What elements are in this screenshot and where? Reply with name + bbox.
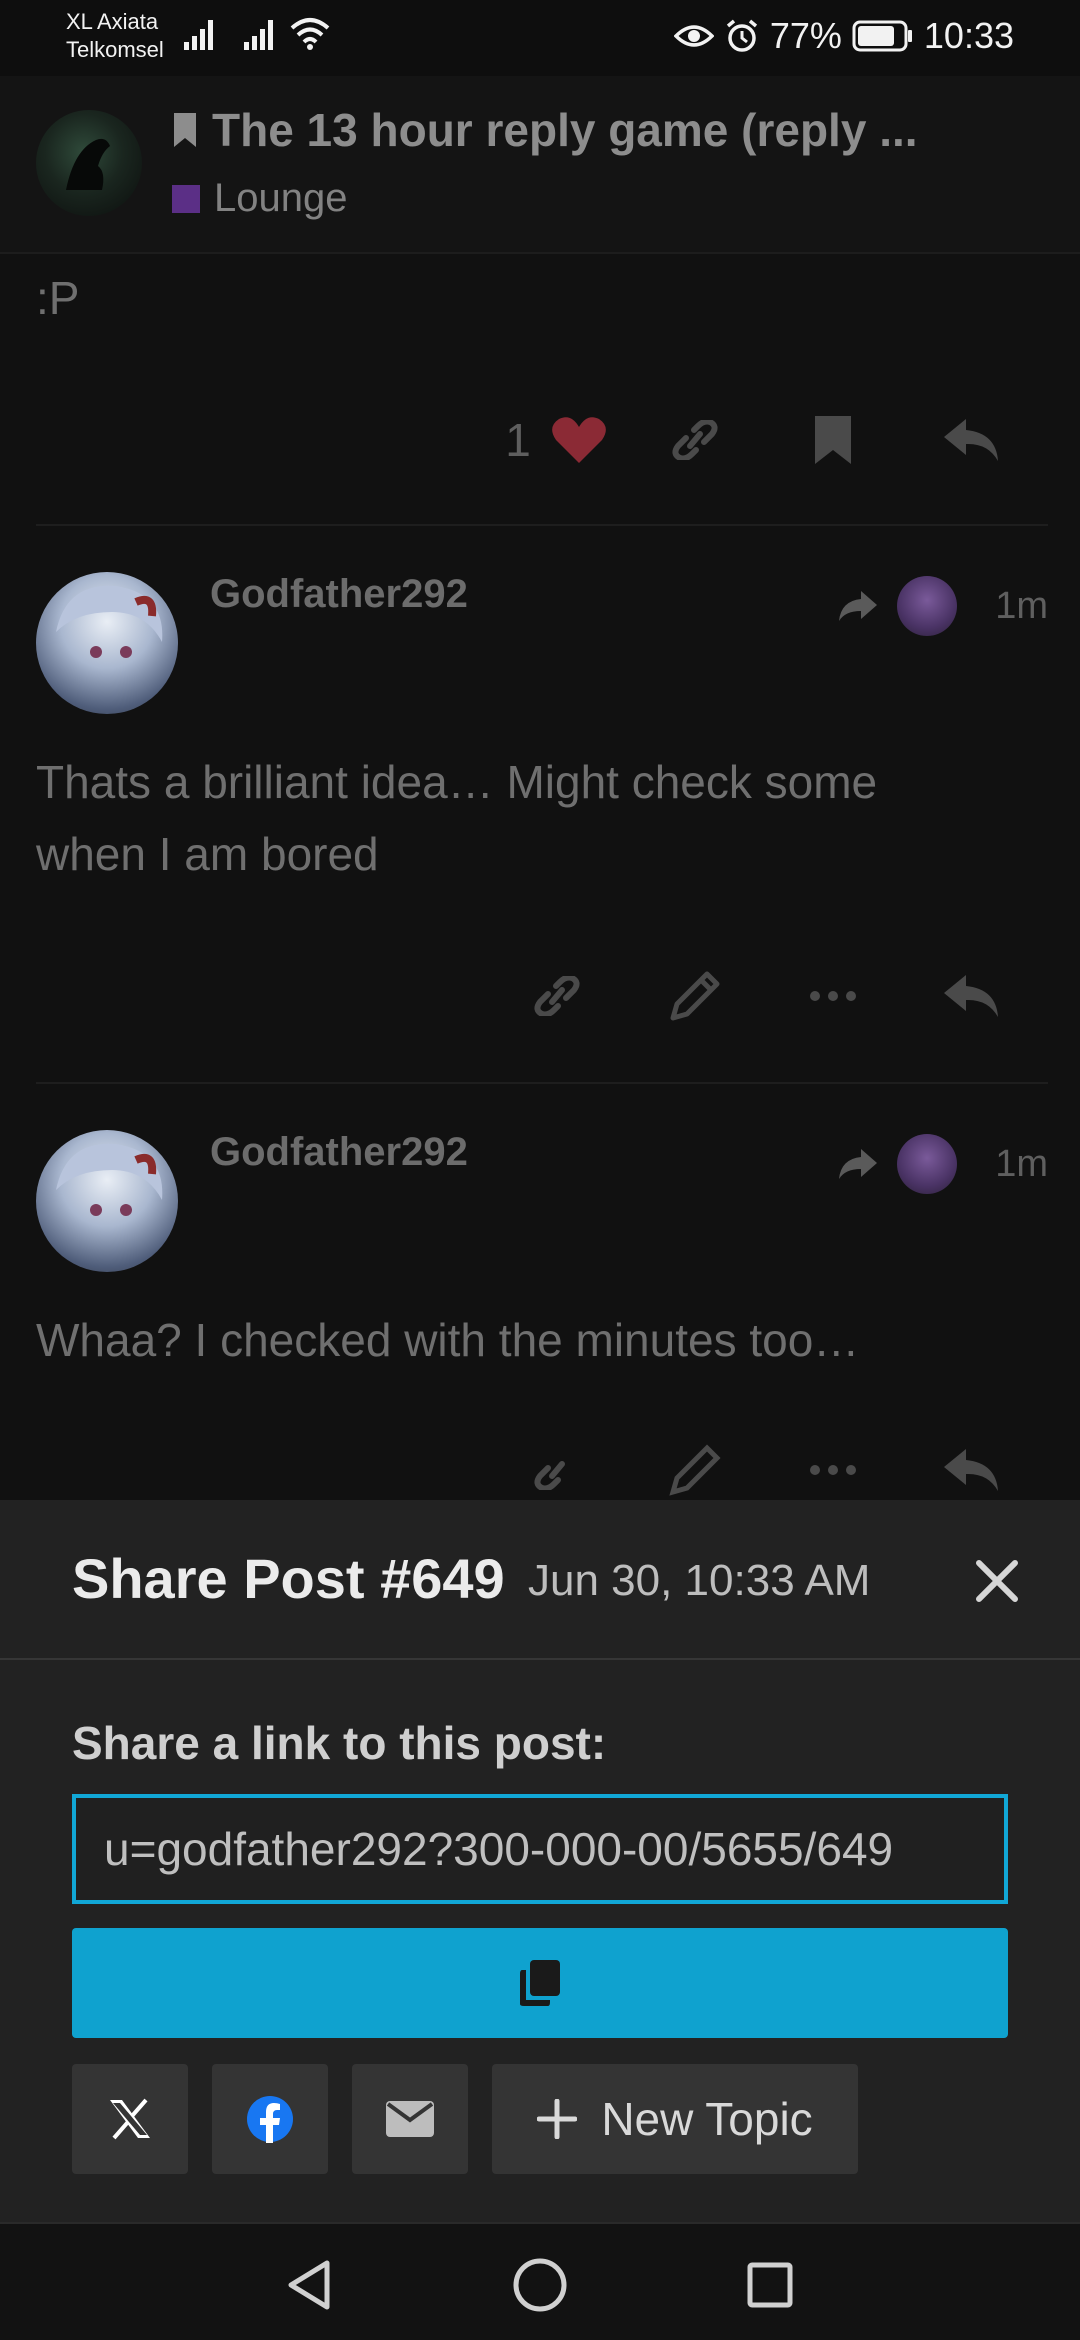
facebook-icon (247, 2096, 293, 2143)
post-meta: 1m (837, 1134, 1048, 1194)
link-icon (534, 976, 580, 1016)
more-button[interactable] (764, 956, 902, 1036)
link-icon (534, 1461, 565, 1490)
post-author[interactable]: Godfather292 (210, 1130, 468, 1175)
topic-category[interactable]: Lounge (172, 176, 347, 221)
post-actions: 1 (486, 400, 1040, 480)
recents-square-icon (747, 2262, 793, 2308)
battery-icon (852, 20, 912, 52)
status-right: 77% 10:33 (673, 14, 1014, 58)
signal-icon-2 (244, 20, 273, 50)
share-link-input[interactable] (72, 1794, 1008, 1904)
share-facebook-button[interactable] (212, 2064, 328, 2174)
bookmark-icon (174, 113, 196, 147)
envelope-icon (386, 2101, 434, 2137)
topic-title: The 13 hour reply game (reply ... (212, 104, 918, 156)
more-button[interactable] (764, 1440, 902, 1500)
reply-icon (944, 975, 998, 1017)
post-time[interactable]: 1m (995, 585, 1048, 628)
wifi-icon (290, 18, 330, 50)
reply-to-icon (839, 1149, 878, 1179)
post-author[interactable]: Godfather292 (210, 572, 468, 617)
post-text: Thats a brilliant idea… Might check some… (36, 746, 877, 890)
like-count: 1 (505, 414, 531, 466)
bookmark-button[interactable] (764, 400, 902, 480)
share-sheet: Share Post #649 Jun 30, 10:33 AM Share a… (0, 1500, 1080, 2222)
topic-header: The 13 hour reply game (reply ... Lounge (0, 76, 1080, 254)
share-x-button[interactable] (72, 2064, 188, 2174)
back-triangle-icon (288, 2260, 330, 2310)
carrier-2: Telkomsel (66, 37, 164, 62)
reply-icon (944, 419, 998, 461)
battery-percent: 77% (769, 15, 842, 56)
back-button[interactable] (274, 2250, 344, 2320)
carrier-info: XL Axiata Telkomsel (66, 8, 164, 64)
category-name: Lounge (214, 176, 348, 220)
reply-icon (944, 1449, 998, 1491)
post-divider (36, 524, 1048, 526)
close-button[interactable] (952, 1536, 1042, 1626)
post-text-line: Thats a brilliant idea… Might check some (36, 756, 878, 808)
copy-icon (520, 1960, 560, 2006)
clock: 10:33 (923, 15, 1014, 56)
alarm-icon (726, 19, 757, 52)
reply-to-avatar[interactable] (897, 1134, 958, 1194)
post-text-line: when I am bored (36, 828, 379, 880)
avatar[interactable] (36, 1130, 178, 1272)
ellipsis-icon (810, 1465, 856, 1475)
post-time[interactable]: 1m (995, 1143, 1048, 1186)
home-circle-icon (513, 2258, 567, 2312)
plus-icon (537, 2099, 578, 2139)
post-meta: 1m (837, 576, 1048, 636)
status-bar: XL Axiata Telkomsel 77% 10:33 (0, 0, 1080, 76)
site-logo[interactable] (36, 110, 142, 216)
copy-link-button[interactable] (626, 400, 764, 480)
new-topic-label: New Topic (601, 2093, 813, 2145)
close-icon (976, 1560, 1018, 1602)
topic-title-row[interactable]: The 13 hour reply game (reply ... (172, 102, 1032, 158)
reply-to-avatar[interactable] (897, 576, 958, 636)
edit-button[interactable] (626, 1440, 764, 1500)
post-actions (488, 956, 1040, 1036)
bookmark-icon (815, 416, 851, 464)
eye-icon (673, 25, 714, 47)
share-link-label: Share a link to this post: (72, 1717, 607, 1769)
like-button[interactable]: 1 (486, 400, 626, 480)
link-icon (672, 420, 718, 460)
pencil-icon (670, 971, 720, 1021)
home-button[interactable] (505, 2250, 575, 2320)
copy-link-button[interactable] (488, 1440, 626, 1500)
copy-link-button[interactable] (488, 956, 626, 1036)
copy-link-button[interactable] (72, 1928, 1008, 2038)
ellipsis-icon (810, 991, 856, 1001)
heart-icon (551, 417, 606, 463)
recents-button[interactable] (735, 2250, 805, 2320)
signal-icon (184, 20, 213, 50)
reply-button[interactable] (902, 956, 1040, 1036)
share-email-button[interactable] (352, 2064, 468, 2174)
system-nav-bar (0, 2222, 1080, 2340)
category-swatch (172, 184, 200, 213)
reply-button[interactable] (902, 1440, 1040, 1500)
reply-to-icon (839, 591, 878, 621)
post-actions (488, 1440, 1040, 1500)
post-text: Whaa? I checked with the minutes too… (36, 1314, 860, 1366)
share-title: Share Post #649 (72, 1547, 505, 1610)
share-date: Jun 30, 10:33 AM (528, 1556, 871, 1605)
reply-button[interactable] (902, 400, 1040, 480)
carrier-1: XL Axiata (66, 9, 159, 34)
avatar[interactable] (36, 572, 178, 714)
post-divider (36, 1082, 1048, 1084)
edit-button[interactable] (626, 956, 764, 1036)
new-topic-button[interactable]: New Topic (492, 2064, 858, 2174)
pencil-icon (669, 1444, 721, 1496)
share-sheet-header: Share Post #649 Jun 30, 10:33 AM (0, 1500, 1080, 1660)
post-text: :P (36, 272, 80, 324)
x-logo-icon (110, 2098, 150, 2140)
